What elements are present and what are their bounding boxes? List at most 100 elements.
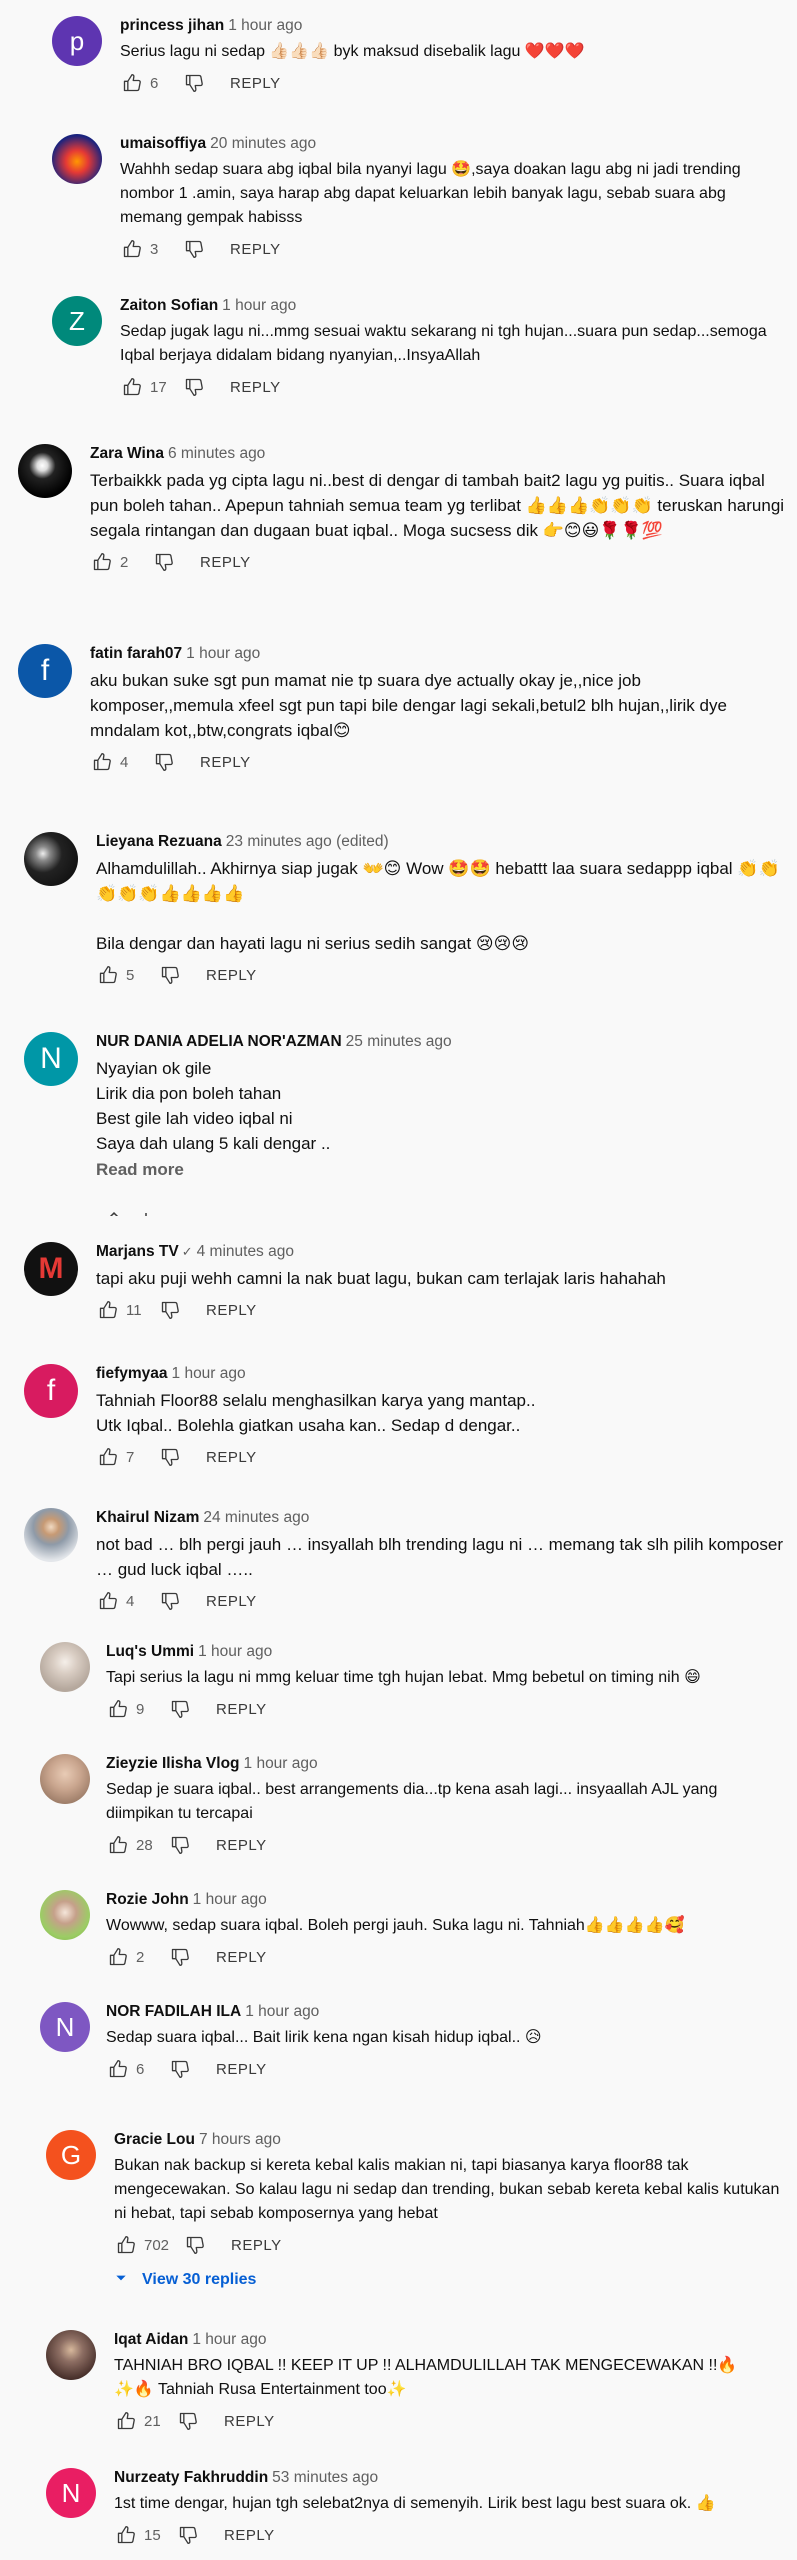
dislike-icon[interactable]: [158, 1298, 182, 1322]
reply-button[interactable]: REPLY: [224, 2413, 275, 2430]
dislike-icon[interactable]: [168, 1833, 192, 1857]
reply-button[interactable]: REPLY: [216, 1701, 267, 1718]
timestamp[interactable]: 1 hour ago: [245, 2003, 319, 2020]
avatar[interactable]: [18, 444, 72, 498]
author-name[interactable]: Zara Wina: [90, 445, 164, 462]
like-icon[interactable]: [114, 2233, 138, 2257]
dislike-icon[interactable]: [183, 2233, 207, 2257]
like-icon[interactable]: [96, 1298, 120, 1322]
timestamp[interactable]: 20 minutes ago: [210, 135, 316, 152]
like-icon[interactable]: [90, 550, 114, 574]
reply-button[interactable]: REPLY: [200, 754, 251, 771]
avatar[interactable]: [52, 134, 102, 184]
author-name[interactable]: Khairul Nizam: [96, 1509, 199, 1526]
dislike-icon[interactable]: [152, 750, 176, 774]
timestamp[interactable]: 7 hours ago: [199, 2131, 281, 2148]
reply-button[interactable]: REPLY: [230, 241, 281, 258]
timestamp[interactable]: 25 minutes ago: [346, 1033, 452, 1050]
timestamp[interactable]: 1 hour ago: [198, 1643, 272, 1660]
timestamp[interactable]: 53 minutes ago: [272, 2469, 378, 2486]
like-icon[interactable]: [106, 1833, 130, 1857]
timestamp[interactable]: 1 hour ago: [228, 17, 302, 34]
avatar[interactable]: f: [18, 644, 72, 698]
avatar[interactable]: N: [24, 1032, 78, 1086]
like-icon[interactable]: [120, 375, 144, 399]
timestamp[interactable]: 1 hour ago: [222, 297, 296, 314]
dislike-icon[interactable]: [176, 2523, 200, 2547]
reply-button[interactable]: REPLY: [231, 2237, 282, 2254]
author-name[interactable]: fatin farah07: [90, 645, 182, 662]
like-icon[interactable]: [106, 2057, 130, 2081]
author-name[interactable]: NOR FADILAH ILA: [106, 2003, 241, 2020]
dislike-icon[interactable]: [182, 71, 206, 95]
reply-button[interactable]: REPLY: [224, 2527, 275, 2544]
author-name[interactable]: Rozie John: [106, 1891, 189, 1908]
like-icon[interactable]: [114, 2523, 138, 2547]
avatar[interactable]: G: [46, 2130, 96, 2180]
dislike-icon[interactable]: [168, 1697, 192, 1721]
timestamp[interactable]: 6 minutes ago: [168, 445, 265, 462]
read-more-button[interactable]: Read more: [96, 1160, 785, 1180]
avatar[interactable]: [40, 1890, 90, 1940]
like-icon[interactable]: [120, 71, 144, 95]
timestamp[interactable]: 1 hour ago: [172, 1365, 246, 1382]
reply-button[interactable]: REPLY: [216, 2061, 267, 2078]
avatar[interactable]: Z: [52, 296, 102, 346]
reply-button[interactable]: REPLY: [230, 379, 281, 396]
dislike-icon[interactable]: [158, 1589, 182, 1613]
avatar[interactable]: [40, 1642, 90, 1692]
author-name[interactable]: Zieyzie Ilisha Vlog: [106, 1755, 240, 1772]
like-icon[interactable]: [96, 963, 120, 987]
avatar[interactable]: p: [52, 16, 102, 66]
like-icon[interactable]: [120, 237, 144, 261]
dislike-icon[interactable]: [158, 963, 182, 987]
author-name[interactable]: Zaiton Sofian: [120, 297, 218, 314]
author-name[interactable]: umaisoffiya: [120, 135, 206, 152]
dislike-icon[interactable]: [182, 237, 206, 261]
like-icon[interactable]: [106, 1945, 130, 1969]
author-name[interactable]: Iqat Aidan: [114, 2331, 188, 2348]
like-icon[interactable]: [90, 750, 114, 774]
view-replies-button[interactable]: View 30 replies: [114, 2268, 785, 2292]
dislike-icon[interactable]: [152, 550, 176, 574]
timestamp[interactable]: 1 hour ago: [193, 1891, 267, 1908]
avatar[interactable]: M: [24, 1242, 78, 1296]
avatar[interactable]: [40, 1754, 90, 1804]
timestamp[interactable]: 4 minutes ago: [197, 1243, 294, 1260]
timestamp[interactable]: 1 hour ago: [244, 1755, 318, 1772]
reply-button[interactable]: REPLY: [206, 967, 257, 984]
avatar[interactable]: f: [24, 1364, 78, 1418]
dislike-icon[interactable]: [158, 1445, 182, 1469]
avatar[interactable]: N: [46, 2468, 96, 2518]
author-name[interactable]: Gracie Lou: [114, 2131, 195, 2148]
timestamp[interactable]: 1 hour ago: [186, 645, 260, 662]
like-icon[interactable]: [106, 1697, 130, 1721]
timestamp[interactable]: 1 hour ago: [192, 2331, 266, 2348]
author-name[interactable]: Lieyana Rezuana: [96, 833, 222, 850]
dislike-icon[interactable]: [168, 1945, 192, 1969]
like-icon[interactable]: [96, 1589, 120, 1613]
reply-button[interactable]: REPLY: [206, 1302, 257, 1319]
author-name[interactable]: Marjans TV: [96, 1243, 179, 1260]
avatar[interactable]: [24, 1508, 78, 1562]
reply-button[interactable]: REPLY: [200, 554, 251, 571]
reply-button[interactable]: REPLY: [206, 1449, 257, 1466]
reply-button[interactable]: REPLY: [216, 1949, 267, 1966]
author-name[interactable]: NUR DANIA ADELIA NOR'AZMAN: [96, 1033, 342, 1050]
dislike-icon[interactable]: [168, 2057, 192, 2081]
author-name[interactable]: princess jihan: [120, 17, 224, 34]
reply-button[interactable]: REPLY: [206, 1593, 257, 1610]
dislike-icon[interactable]: [182, 375, 206, 399]
like-icon[interactable]: [96, 1445, 120, 1469]
reply-button[interactable]: REPLY: [230, 75, 281, 92]
timestamp[interactable]: 24 minutes ago: [203, 1509, 309, 1526]
author-name[interactable]: fiefymyaa: [96, 1365, 168, 1382]
avatar[interactable]: N: [40, 2002, 90, 2052]
author-name[interactable]: Luq's Ummi: [106, 1643, 194, 1660]
reply-button[interactable]: REPLY: [216, 1837, 267, 1854]
avatar[interactable]: [46, 2330, 96, 2380]
timestamp[interactable]: 23 minutes ago (edited): [226, 833, 389, 850]
dislike-icon[interactable]: [176, 2409, 200, 2433]
author-name[interactable]: Nurzeaty Fakhruddin: [114, 2469, 268, 2486]
like-icon[interactable]: [114, 2409, 138, 2433]
